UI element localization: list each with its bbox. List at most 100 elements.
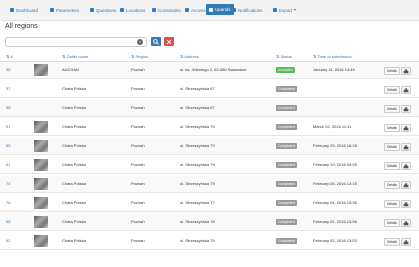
region: Poznań bbox=[131, 67, 145, 72]
address: ul. Strzeszyńska 79 bbox=[180, 124, 215, 129]
nav-item-export[interactable]: Export bbox=[273, 0, 297, 20]
details-button[interactable]: Details bbox=[384, 86, 400, 94]
outlet-photo-thumbnail[interactable] bbox=[34, 235, 48, 247]
region: Poznań bbox=[131, 143, 145, 148]
row-id-link[interactable]: 76 bbox=[6, 200, 10, 205]
table-row: 36 AUCHAN Poznań ul. ks. Jeleniego 2, 62-08… bbox=[0, 62, 419, 79]
outlet-photo-thumbnail[interactable] bbox=[34, 159, 48, 171]
search-input[interactable]: × bbox=[5, 37, 147, 47]
sort-id-header[interactable]: ⇅ # bbox=[6, 54, 13, 59]
outlet-photo-thumbnail[interactable] bbox=[34, 140, 48, 152]
status-badge: Completed bbox=[276, 162, 297, 168]
row-id-link[interactable]: 38 bbox=[6, 105, 10, 110]
region: Poznań bbox=[131, 200, 145, 205]
row-id-link[interactable]: 81 bbox=[6, 162, 10, 167]
nav-item-dashboard[interactable]: Dashboard bbox=[10, 0, 38, 20]
status-badge: Completed bbox=[276, 219, 297, 225]
status-badge: Completed bbox=[276, 200, 297, 206]
bell-icon bbox=[232, 8, 236, 12]
sort-address-header[interactable]: ⇅ Address bbox=[180, 54, 199, 59]
row-id-link[interactable]: 36 bbox=[6, 67, 10, 72]
row-id-link[interactable]: 68 bbox=[6, 219, 10, 224]
nav-item-label: Dashboard bbox=[16, 7, 39, 13]
details-button[interactable]: Details bbox=[384, 200, 400, 208]
lock-icon bbox=[185, 8, 189, 12]
top-navbar: Dashboard Parameters Questions Locations Con… bbox=[0, 0, 419, 21]
row-id-link[interactable]: 62 bbox=[6, 238, 10, 243]
print-button[interactable] bbox=[401, 162, 411, 170]
status-badge: Completed bbox=[276, 143, 297, 149]
table-row: 68 Chata Polska Poznań ul. Strzeszyńska 78 C… bbox=[0, 214, 419, 231]
outlet-name: Chata Polska bbox=[62, 143, 86, 148]
outlet-photo-thumbnail[interactable] bbox=[34, 197, 48, 209]
outlet-name: Chata Polska bbox=[62, 124, 86, 129]
sort-time-header[interactable]: ⇅ Time of submission bbox=[313, 54, 352, 59]
search-button[interactable] bbox=[151, 37, 161, 46]
outlet-name: Chata Polska bbox=[62, 105, 86, 110]
outlet-photo-thumbnail[interactable] bbox=[34, 121, 48, 133]
clear-search-icon[interactable]: × bbox=[137, 39, 143, 45]
print-button[interactable] bbox=[401, 67, 411, 75]
table-row: 81 Chata Polska Poznań ul. Strzeszyńska 79 C… bbox=[0, 157, 419, 174]
nav-item-parameters[interactable]: Parameters bbox=[50, 0, 79, 20]
row-id-link[interactable]: 91 bbox=[6, 124, 10, 129]
region: Poznań bbox=[131, 105, 145, 110]
close-icon bbox=[166, 39, 172, 44]
submission-time: February 05, 2016 13:15 bbox=[313, 181, 357, 186]
print-button[interactable] bbox=[401, 105, 411, 113]
print-button[interactable] bbox=[401, 124, 411, 132]
print-button[interactable] bbox=[401, 200, 411, 208]
table-row: 62 Chata Polska Poznań ul. Strzeszyńska 79 C… bbox=[0, 233, 419, 250]
gear-icon bbox=[50, 8, 54, 12]
nav-item-label: Questions bbox=[96, 7, 117, 13]
outlet-name: Chata Polska bbox=[62, 219, 86, 224]
nav-item-constraints[interactable]: Constraints bbox=[152, 0, 181, 20]
nav-item-access[interactable]: Access bbox=[185, 0, 206, 20]
outlet-name: AUCHAN bbox=[62, 67, 79, 72]
status-badge: Completed bbox=[276, 105, 297, 111]
status-badge: Completed bbox=[276, 86, 297, 92]
outlet-name: Chata Polska bbox=[62, 162, 86, 167]
print-icon bbox=[403, 125, 409, 130]
nav-item-locations[interactable]: Locations bbox=[120, 0, 145, 20]
details-button[interactable]: Details bbox=[384, 124, 400, 132]
print-button[interactable] bbox=[401, 143, 411, 151]
outlet-name: Chata Polska bbox=[62, 200, 86, 205]
details-button[interactable]: Details bbox=[384, 67, 400, 75]
print-button[interactable] bbox=[401, 238, 411, 246]
print-icon bbox=[403, 106, 409, 111]
nav-item-notifications[interactable]: Notifications bbox=[232, 0, 263, 20]
clear-filters-button[interactable] bbox=[164, 37, 174, 46]
row-id-link[interactable]: 85 bbox=[6, 143, 10, 148]
sort-status-header[interactable]: ⇅ Status bbox=[276, 54, 292, 59]
print-button[interactable] bbox=[401, 219, 411, 227]
print-button[interactable] bbox=[401, 86, 411, 94]
print-icon bbox=[403, 87, 409, 92]
outlet-photo-thumbnail[interactable] bbox=[34, 216, 48, 228]
details-button[interactable]: Details bbox=[384, 219, 400, 227]
print-icon bbox=[403, 201, 409, 206]
row-id-link[interactable]: 74 bbox=[6, 181, 10, 186]
address: ul. Strzeszyńska 79 bbox=[180, 238, 215, 243]
details-button[interactable]: Details bbox=[384, 105, 400, 113]
details-button[interactable]: Details bbox=[384, 162, 400, 170]
nav-item-upands[interactable]: Upands bbox=[206, 4, 234, 15]
outlet-photo-thumbnail[interactable] bbox=[34, 178, 48, 190]
caret-down-icon bbox=[294, 9, 297, 11]
sort-outlet-header[interactable]: ⇅ Outlet name bbox=[62, 54, 88, 59]
address: ul. Strzeszyńska 78 bbox=[180, 219, 215, 224]
row-id-link[interactable]: 37 bbox=[6, 86, 10, 91]
print-icon bbox=[403, 144, 409, 149]
details-button[interactable]: Details bbox=[384, 238, 400, 246]
nav-item-questions[interactable]: Questions bbox=[90, 0, 116, 20]
nav-item-label: Notifications bbox=[238, 7, 263, 13]
nav-item-label: Access bbox=[191, 7, 206, 13]
details-button[interactable]: Details bbox=[384, 181, 400, 189]
print-button[interactable] bbox=[401, 181, 411, 189]
status-badge: Completed bbox=[276, 238, 297, 244]
address: ul. ks. Jeleniego 2, 62-080 Swarzdzm bbox=[180, 67, 247, 72]
outlet-photo-thumbnail[interactable] bbox=[34, 64, 48, 76]
details-button[interactable]: Details bbox=[384, 143, 400, 151]
region: Poznań bbox=[131, 124, 145, 129]
sort-region-header[interactable]: ⇅ Region bbox=[131, 54, 148, 59]
